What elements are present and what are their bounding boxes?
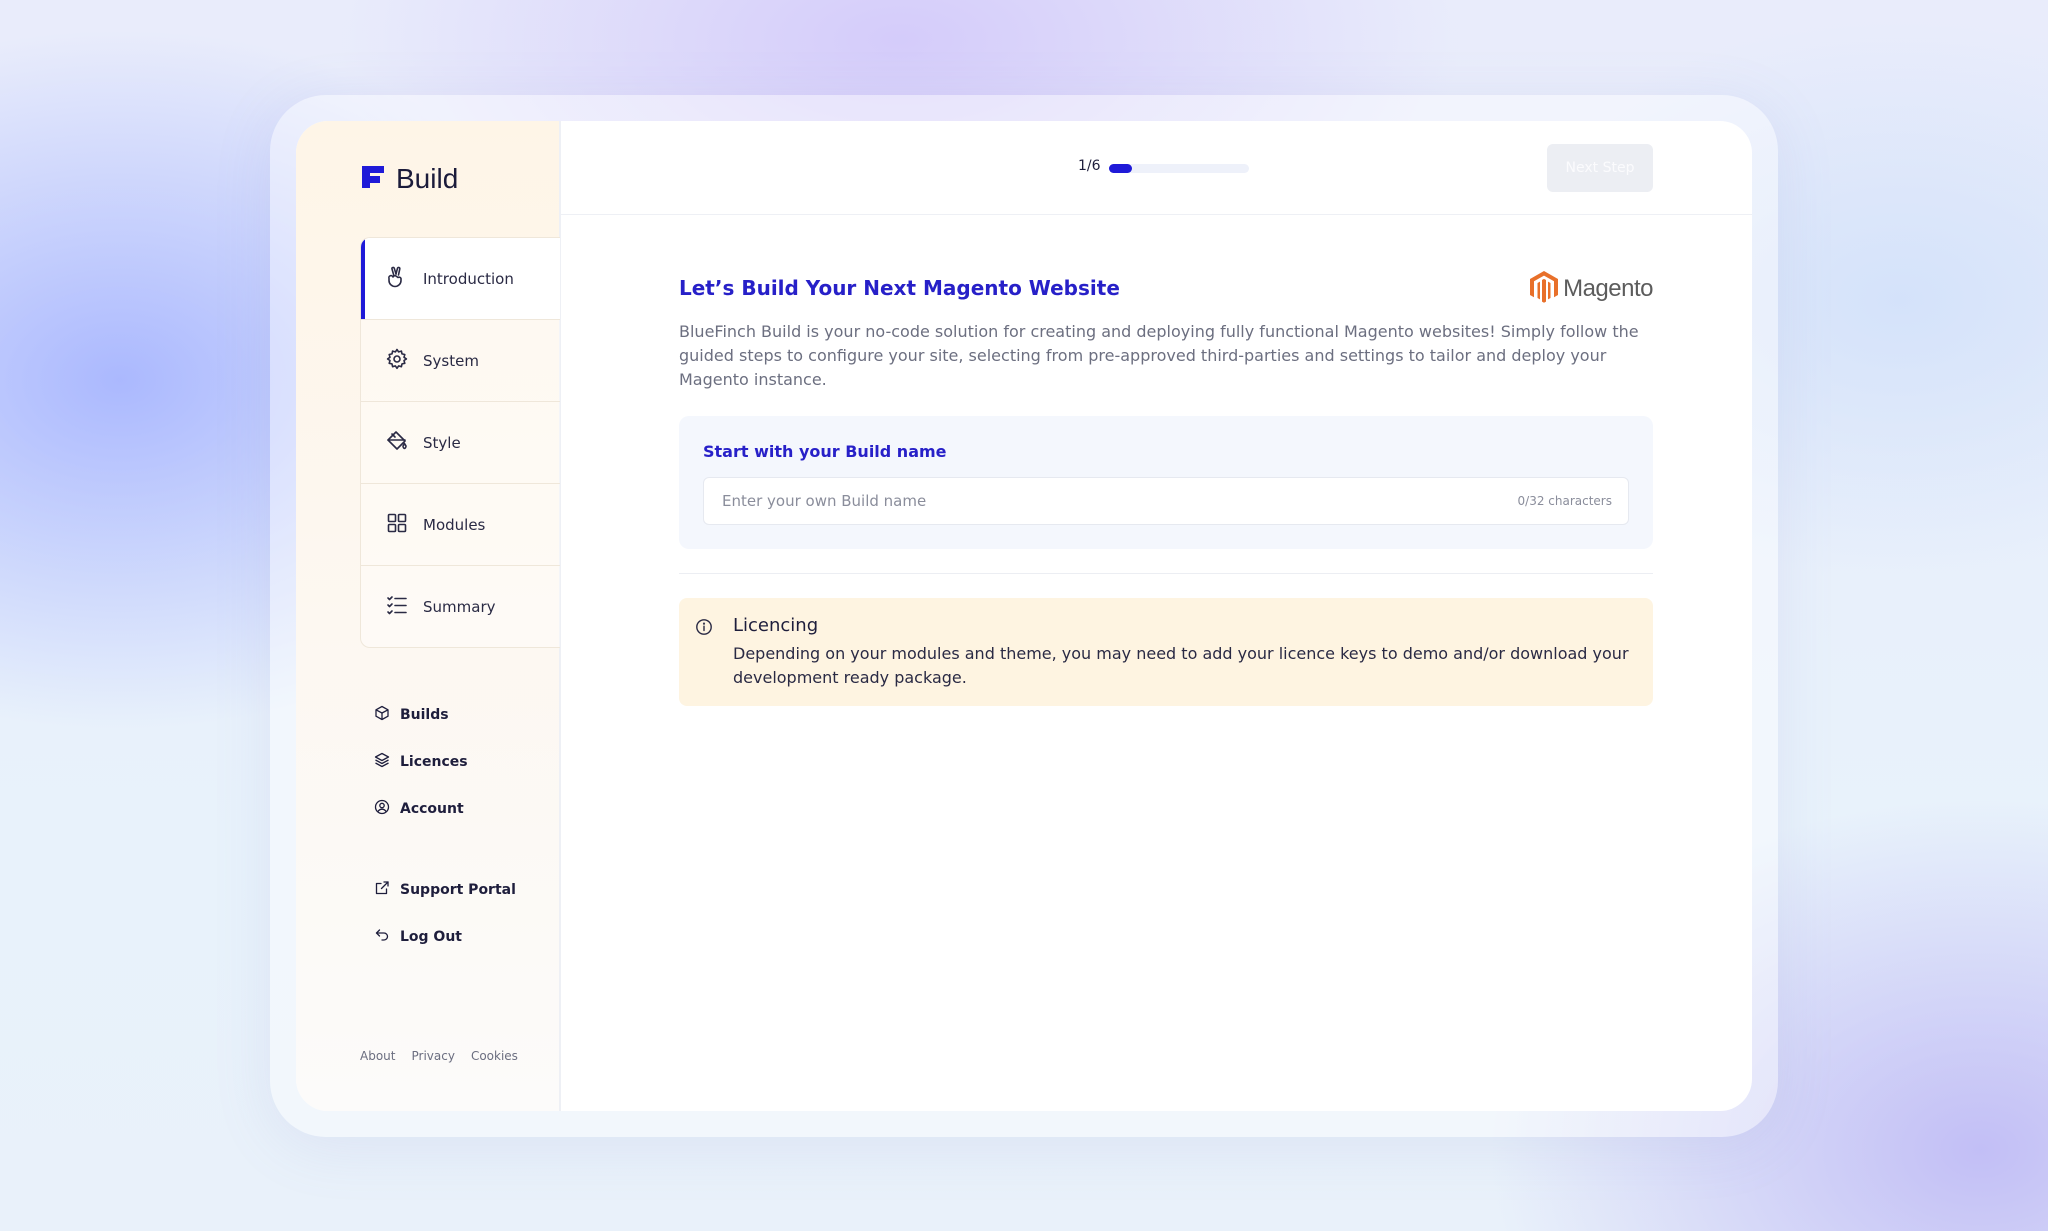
build-name-label: Start with your Build name [703,442,947,461]
app-name: Build [396,163,459,194]
step-label: Summary [423,597,496,616]
nav-link-log-out[interactable]: Log Out [374,913,516,960]
main-content: Let’s Build Your Next Magento Website Ma… [679,271,1653,706]
step-style[interactable]: Style [361,402,560,484]
notice-text: Licencing Depending on your modules and … [733,614,1633,690]
paint-bucket-icon [385,429,409,457]
build-name-field: 0/32 characters [703,477,1629,525]
notice-title: Licencing [733,615,819,636]
footer-link-cookies[interactable]: Cookies [471,1049,518,1063]
step-modules[interactable]: Modules [361,484,560,566]
step-system[interactable]: System [361,320,560,402]
build-name-input[interactable] [720,491,1424,511]
step-label: System [423,351,479,370]
user-circle-icon [374,799,390,819]
step-label: Introduction [423,269,514,288]
magento-icon [1529,270,1559,308]
cube-icon [374,705,390,725]
nav-link-label: Licences [400,753,468,770]
nav-link-label: Log Out [400,928,462,945]
gear-icon [385,347,409,375]
support-links: Support Portal Log Out [374,866,516,960]
nav-link-support-portal[interactable]: Support Portal [374,866,516,913]
steps-nav: Introduction System Style Modules Summar… [360,237,560,648]
magento-logo: Magento [1529,270,1653,308]
build-logo-icon [360,164,386,194]
page-title: Let’s Build Your Next Magento Website [679,276,1120,300]
account-links: Builds Licences Account [374,691,468,832]
nav-link-label: Builds [400,706,449,723]
info-icon [695,618,713,690]
divider [679,573,1653,574]
next-step-button[interactable]: Next Step [1547,144,1653,192]
build-name-card: Start with your Build name 0/32 characte… [679,416,1653,549]
nav-link-builds[interactable]: Builds [374,691,468,738]
licencing-notice: Licencing Depending on your modules and … [679,598,1653,706]
brand-name: Magento [1563,275,1653,302]
app-window: Build Introduction System Style Modules … [296,121,1752,1111]
footer-links: About Privacy Cookies [360,1049,518,1063]
step-label: Modules [423,515,486,534]
footer-link-about[interactable]: About [360,1049,395,1063]
sidebar: Build Introduction System Style Modules … [296,121,561,1111]
progress-label: 1/6 [1078,158,1101,174]
step-summary[interactable]: Summary [361,566,560,647]
page-description: BlueFinch Build is your no-code solution… [679,322,1639,389]
nav-link-label: Support Portal [400,881,516,898]
progress-bar [1109,164,1249,173]
progress-fill [1109,164,1133,173]
step-label: Style [423,433,461,452]
checklist-icon [385,593,409,621]
grid-icon [385,511,409,539]
logo[interactable]: Build [360,163,458,195]
notice-body: Depending on your modules and theme, you… [733,644,1629,687]
footer-link-privacy[interactable]: Privacy [411,1049,454,1063]
layers-icon [374,752,390,772]
nav-link-account[interactable]: Account [374,785,468,832]
step-introduction[interactable]: Introduction [361,238,560,320]
external-link-icon [374,880,390,900]
character-counter: 0/32 characters [1517,494,1612,508]
peace-hand-icon [385,265,409,293]
nav-link-licences[interactable]: Licences [374,738,468,785]
undo-arrow-icon [374,927,390,947]
topbar: 1/6 Next Step [559,121,1752,215]
nav-link-label: Account [400,800,464,817]
